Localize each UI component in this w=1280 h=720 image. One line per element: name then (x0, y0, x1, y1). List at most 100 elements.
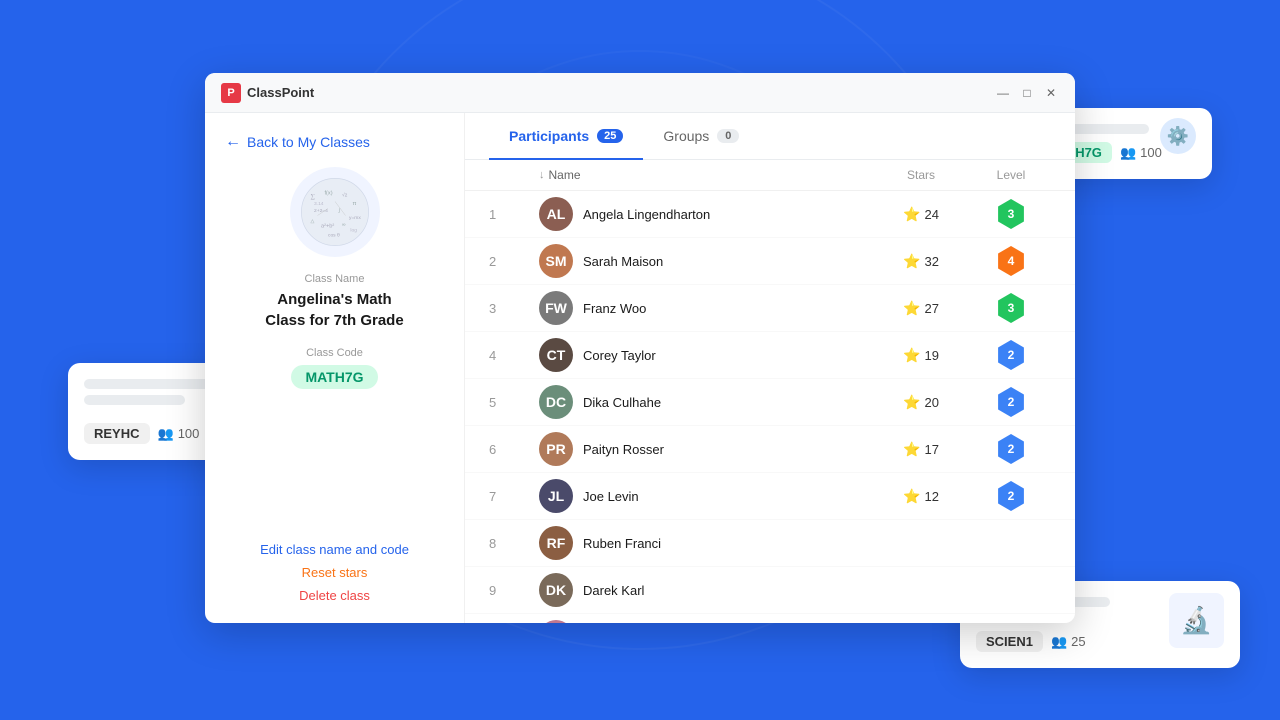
stars-wrapper: ⭐ 19 (871, 347, 971, 364)
svg-text:π: π (352, 201, 356, 207)
title-bar: P ClassPoint — □ ✕ (205, 73, 1075, 113)
main-content: Participants 25 Groups 0 ↓ Name Stars (465, 113, 1075, 623)
row-name-cell: FW Franz Woo (539, 291, 871, 325)
level-badge: 4 (996, 246, 1026, 276)
row-name-cell: PR Paityn Rosser (539, 432, 871, 466)
row-number: 6 (489, 442, 539, 457)
svg-text:a²+b²: a²+b² (321, 223, 334, 229)
row-name-cell: DC Dika Culhahe (539, 385, 871, 419)
stars-cell: ⭐ 17 (871, 441, 971, 458)
avatar: JL (539, 479, 573, 513)
row-name-cell: CT Corey Taylor (539, 338, 871, 372)
row-number: 1 (489, 207, 539, 222)
row-name-cell: RF Ruben Franci (539, 526, 871, 560)
student-name: Sarah Maison (583, 254, 663, 269)
table-row: 3 FW Franz Woo ⭐ 27 3 (465, 285, 1075, 332)
row-name-cell: DK Darek Karl (539, 573, 871, 607)
avatar-initials: RF (539, 526, 573, 560)
table-header: ↓ Name Stars Level (465, 160, 1075, 191)
avatar-initials: FW (539, 291, 573, 325)
card-people-right-bottom: 👥 25 (1051, 634, 1086, 650)
level-badge: 2 (996, 481, 1026, 511)
table-row: 1 AL Angela Lingendharton ⭐ 24 3 (465, 191, 1075, 238)
level-badge: 3 (996, 199, 1026, 229)
svg-text:∑: ∑ (310, 193, 315, 200)
table-row: 10 DW Diana Woo (465, 614, 1075, 623)
stars-wrapper: ⭐ 12 (871, 488, 971, 505)
avatar: CT (539, 338, 573, 372)
star-icon: ⭐ (903, 441, 920, 458)
avatar-initials: SM (539, 244, 573, 278)
stars-wrapper: ⭐ 27 (871, 300, 971, 317)
card-icon-right-top: ⚙️ (1160, 118, 1196, 154)
svg-text:y=mx: y=mx (349, 216, 361, 221)
row-number: 9 (489, 583, 539, 598)
row-name-cell: AL Angela Lingendharton (539, 197, 871, 231)
sidebar-actions: Edit class name and code Reset stars Del… (225, 542, 444, 603)
edit-class-link[interactable]: Edit class name and code (225, 542, 444, 557)
people-icon: 👥 (158, 426, 174, 442)
tab-participants[interactable]: Participants 25 (489, 114, 643, 160)
level-badge: 2 (996, 434, 1026, 464)
level-cell: 2 (971, 481, 1051, 511)
stars-cell: ⭐ 24 (871, 206, 971, 223)
card-people-right-top: 👥 100 (1120, 145, 1162, 161)
avatar: RF (539, 526, 573, 560)
skeleton-line-short (84, 395, 185, 405)
participants-table: ↓ Name Stars Level 1 AL Angela Lingendha… (465, 160, 1075, 623)
student-name: Ruben Franci (583, 536, 661, 551)
class-code-label: Class Code (225, 347, 444, 359)
avatar-initials: PR (539, 432, 573, 466)
reset-stars-link[interactable]: Reset stars (225, 565, 444, 580)
class-avatar: ∑ f(x) √2 π 2+2=4 ∫ y=mx △ a²+b² ∞ cos θ… (290, 167, 380, 257)
svg-text:cos θ: cos θ (328, 233, 340, 239)
avatar: DK (539, 573, 573, 607)
class-name-label: Class Name (225, 273, 444, 285)
stars-wrapper: ⭐ 20 (871, 394, 971, 411)
avatar-initials: CT (539, 338, 573, 372)
class-image: ∑ f(x) √2 π 2+2=4 ∫ y=mx △ a²+b² ∞ cos θ… (300, 177, 370, 247)
row-name-cell: JL Joe Levin (539, 479, 871, 513)
stars-cell: ⭐ 12 (871, 488, 971, 505)
maximize-button[interactable]: □ (1019, 85, 1035, 101)
svg-text:∞: ∞ (342, 223, 346, 228)
card-icon-right-bottom: 🔬 (1169, 593, 1224, 648)
minimize-button[interactable]: — (995, 85, 1011, 101)
star-icon: ⭐ (903, 347, 920, 364)
row-name-cell: DW Diana Woo (539, 620, 871, 623)
sidebar: ← Back to My Classes ∑ f(x) √2 π 2+2=4 ∫… (205, 113, 465, 623)
class-name: Angelina's Math Class for 7th Grade (225, 289, 444, 331)
student-name: Dika Culhahe (583, 395, 661, 410)
tab-groups[interactable]: Groups 0 (643, 114, 759, 160)
level-badge: 2 (996, 387, 1026, 417)
star-icon: ⭐ (903, 488, 920, 505)
table-row: 4 CT Corey Taylor ⭐ 19 2 (465, 332, 1075, 379)
window-body: ← Back to My Classes ∑ f(x) √2 π 2+2=4 ∫… (205, 113, 1075, 623)
table-rows: 1 AL Angela Lingendharton ⭐ 24 3 2 SM (465, 191, 1075, 623)
close-button[interactable]: ✕ (1043, 85, 1059, 101)
level-cell: 2 (971, 387, 1051, 417)
app-title: ClassPoint (247, 85, 314, 100)
row-number: 4 (489, 348, 539, 363)
col-level-header: Level (971, 168, 1051, 182)
table-row: 7 JL Joe Levin ⭐ 12 2 (465, 473, 1075, 520)
app-logo: P ClassPoint (221, 83, 995, 103)
student-name: Joe Levin (583, 489, 639, 504)
svg-text:log: log (350, 228, 357, 234)
main-window: P ClassPoint — □ ✕ ← Back to My Classes … (205, 73, 1075, 623)
stars-cell: ⭐ 20 (871, 394, 971, 411)
back-link[interactable]: ← Back to My Classes (225, 133, 444, 151)
avatar-initials: AL (539, 197, 573, 231)
row-number: 5 (489, 395, 539, 410)
avatar-initials: DK (539, 573, 573, 607)
star-icon: ⭐ (903, 206, 920, 223)
table-row: 5 DC Dika Culhahe ⭐ 20 2 (465, 379, 1075, 426)
avatar: PR (539, 432, 573, 466)
avatar: SM (539, 244, 573, 278)
delete-class-link[interactable]: Delete class (225, 588, 444, 603)
stars-wrapper: ⭐ 32 (871, 253, 971, 270)
level-cell: 2 (971, 340, 1051, 370)
class-info: Class Name Angelina's Math Class for 7th… (225, 273, 444, 331)
row-number: 2 (489, 254, 539, 269)
window-controls: — □ ✕ (995, 85, 1059, 101)
